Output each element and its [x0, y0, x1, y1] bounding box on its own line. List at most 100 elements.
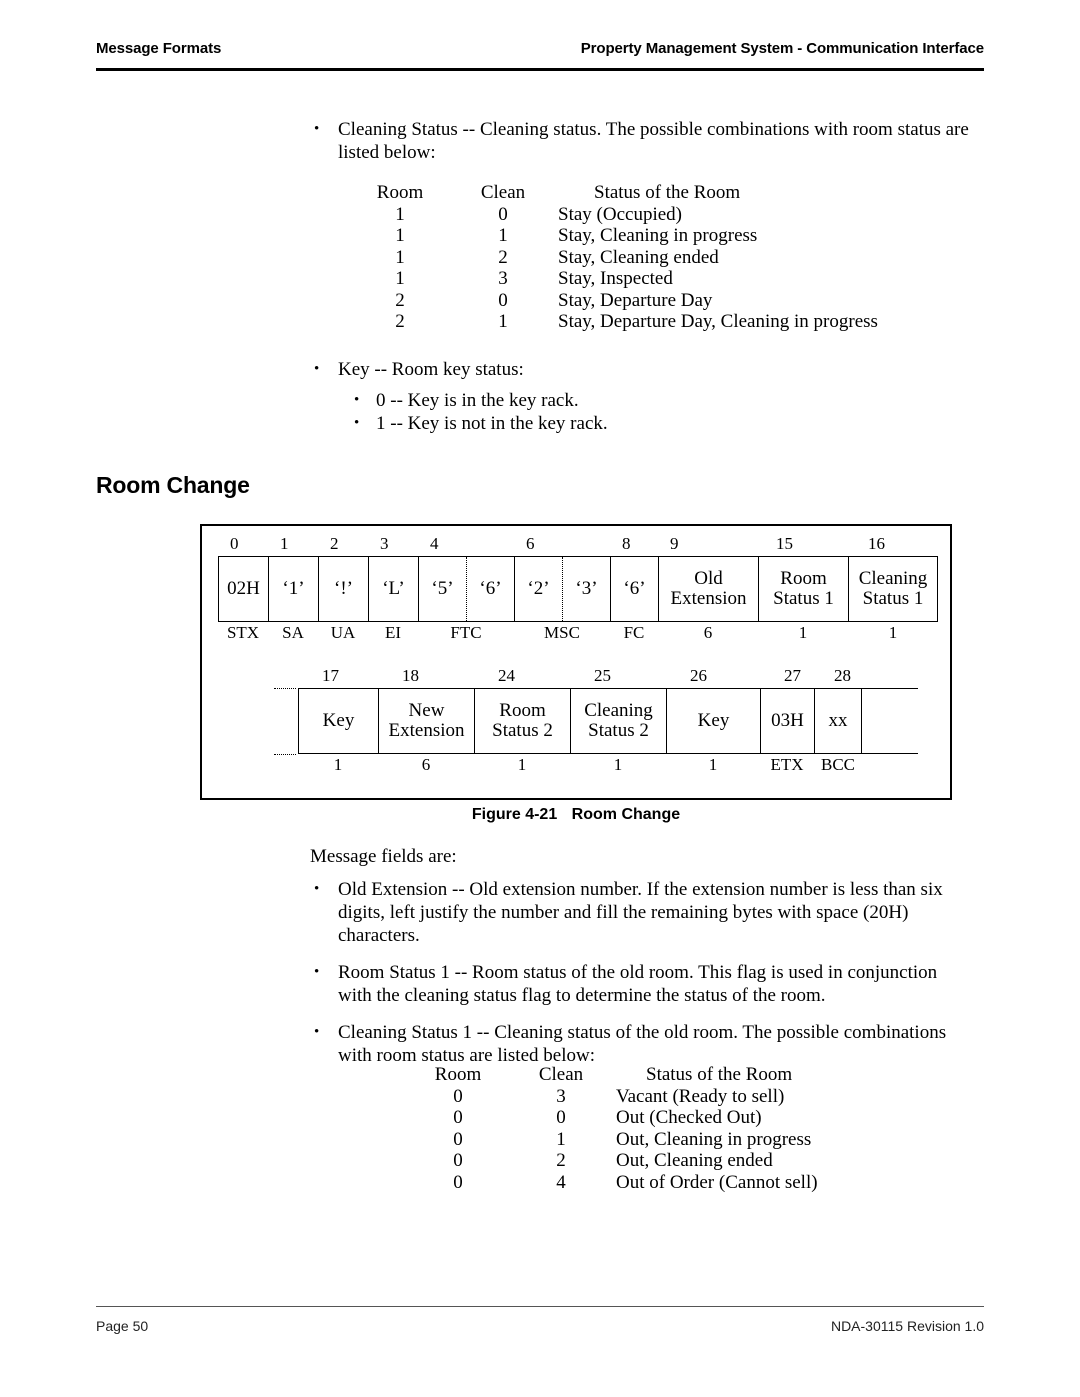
bullet-icon: •: [314, 1024, 320, 1040]
table-row: 2 0 Stay, Departure Day: [352, 290, 878, 312]
cell-line-1: ‘5’: [431, 578, 454, 599]
header-divider: [96, 68, 984, 71]
table-row: 0 1 Out, Cleaning in progress: [410, 1129, 818, 1151]
cell-line-1: Cleaning: [858, 568, 928, 589]
size-label: 6: [421, 755, 431, 774]
size-label: 1: [798, 623, 808, 642]
table-row: 1 2 Stay, Cleaning ended: [352, 247, 878, 269]
offset-label: 15: [776, 534, 793, 553]
cell-line-1: xx: [828, 710, 848, 731]
size-label: 1: [333, 755, 343, 774]
offset-label: 27: [784, 666, 801, 685]
cell-line-2: Status 2: [588, 720, 649, 741]
field-cell-msc-lo: ‘3’: [562, 557, 610, 621]
field-cell-key-new: Key: [666, 689, 760, 753]
size-label: FC: [623, 623, 645, 642]
page-header: Message Formats Property Management Syst…: [96, 40, 984, 57]
bullet-label: Cleaning Status -- Cleaning status. The …: [338, 119, 969, 163]
table-header-row: Room Clean Status of the Room: [352, 182, 878, 204]
cell-line-1: ‘!’: [334, 578, 353, 599]
cell-room: 0: [453, 1171, 463, 1193]
column-header-clean: Clean: [480, 182, 526, 203]
bullet-label: Room Status 1 -- Room status of the old …: [338, 962, 938, 1006]
room-status-table-1: Room Clean Status of the Room 1 0 Stay (…: [352, 182, 878, 333]
footer-document-id: NDA-30115 Revision 1.0: [830, 1318, 984, 1334]
offset-label: 1: [280, 534, 289, 553]
page-footer: Page 50 NDA-30115 Revision 1.0: [96, 1318, 984, 1334]
offset-label: 18: [402, 666, 419, 685]
size-label: UA: [330, 623, 356, 642]
cell-line-2: Status 1: [773, 588, 834, 609]
size-label: 1: [517, 755, 527, 774]
field-cell-room-status-1: Room Status 1: [758, 557, 848, 621]
cell-line-1: New: [408, 700, 445, 721]
bullet-label: Old Extension -- Old extension number. I…: [338, 879, 943, 946]
size-label: BCC: [820, 755, 856, 774]
cell-line-1: ‘6’: [479, 578, 502, 599]
size-label: EI: [384, 623, 402, 642]
table-row: 2 1 Stay, Departure Day, Cleaning in pro…: [352, 311, 878, 333]
cell-line-1: Key: [697, 710, 730, 731]
cell-clean: 1: [498, 225, 508, 246]
message-format-row-2: 17 18 24 25 26 27 28 Key New Extension R…: [274, 666, 918, 776]
offset-label: 24: [498, 666, 515, 685]
column-header-status: Status of the Room: [646, 1064, 793, 1085]
table-row: 0 4 Out of Order (Cannot sell): [410, 1171, 818, 1194]
cell-clean: 1: [498, 311, 508, 332]
cell-line-2: Extension: [388, 720, 465, 741]
bullet-icon: •: [354, 392, 360, 408]
field-cell-ftc-lo: ‘6’: [466, 557, 514, 621]
cell-clean: 0: [498, 289, 508, 311]
cell-status: Stay, Departure Day, Cleaning in progres…: [558, 311, 878, 332]
field-cell-ftc-hi: ‘5’: [418, 557, 466, 621]
cell-clean: 0: [556, 1107, 566, 1128]
bullet-label: Cleaning Status 1 -- Cleaning status of …: [338, 1022, 947, 1066]
cell-status: Stay, Departure Day: [558, 289, 713, 311]
field-cell-cleaning-status-1: Cleaning Status 1: [848, 557, 938, 621]
field-cell-key-old: Key: [298, 689, 378, 753]
bullet-item: • 1 -- Key is not in the key rack.: [350, 412, 910, 435]
footer-divider: [96, 1306, 984, 1307]
cell-room: 1: [395, 246, 405, 268]
cell-room: 0: [453, 1085, 463, 1107]
cell-status: Out (Checked Out): [616, 1107, 762, 1128]
key-sub-bullets: • 0 -- Key is in the key rack. • 1 -- Ke…: [350, 389, 910, 435]
bullet-label: 1 -- Key is not in the key rack.: [376, 413, 608, 434]
offset-label: 8: [622, 534, 631, 553]
cell-status: Out, Cleaning ended: [616, 1150, 773, 1171]
cell-status: Stay, Inspected: [558, 268, 673, 289]
bullet-icon: •: [314, 361, 320, 377]
byte-size-labels-row-2: 1 6 1 1 1 ETX BCC: [298, 754, 918, 776]
cell-status: Stay, Cleaning ended: [558, 246, 719, 268]
table-row: 1 1 Stay, Cleaning in progress: [352, 225, 878, 247]
size-label: STX: [226, 623, 260, 642]
field-cell-etx: 03H: [760, 689, 814, 753]
cell-line-1: ‘6’: [623, 578, 646, 599]
cell-line-1: 03H: [771, 710, 804, 731]
cell-line-2: Extension: [670, 588, 747, 609]
size-label: 6: [703, 623, 713, 642]
cell-line-1: ‘L’: [382, 578, 405, 599]
offset-label: 17: [322, 666, 339, 685]
bullet-label: 0 -- Key is in the key rack.: [376, 390, 579, 411]
cell-room: 1: [395, 203, 405, 225]
field-cell-stx: 02H: [218, 557, 268, 621]
cell-line-1: 02H: [227, 578, 260, 599]
cell-line-2: Status 2: [492, 720, 553, 741]
table-row: 1 0 Stay (Occupied): [352, 204, 878, 226]
cell-clean: 3: [498, 268, 508, 289]
bullet-icon: •: [314, 964, 320, 980]
column-header-room: Room: [376, 182, 424, 203]
table-row: 0 2 Out, Cleaning ended: [410, 1150, 818, 1172]
cell-status: Stay, Cleaning in progress: [558, 225, 758, 246]
bullet-item: • Old Extension -- Old extension number.…: [310, 878, 972, 947]
cell-status: Out of Order (Cannot sell): [616, 1171, 818, 1193]
cell-status: Out, Cleaning in progress: [616, 1128, 812, 1150]
field-cell-bcc: xx: [814, 689, 862, 753]
bullet-item: • Cleaning Status 1 -- Cleaning status o…: [310, 1021, 972, 1067]
offset-label: 25: [594, 666, 611, 685]
field-cell-sa: ‘1’: [268, 557, 318, 621]
cell-line-1: Old: [694, 568, 723, 589]
field-cell-cleaning-status-2: Cleaning Status 2: [570, 689, 666, 753]
header-right-title: Property Management System - Communicati…: [580, 40, 984, 57]
